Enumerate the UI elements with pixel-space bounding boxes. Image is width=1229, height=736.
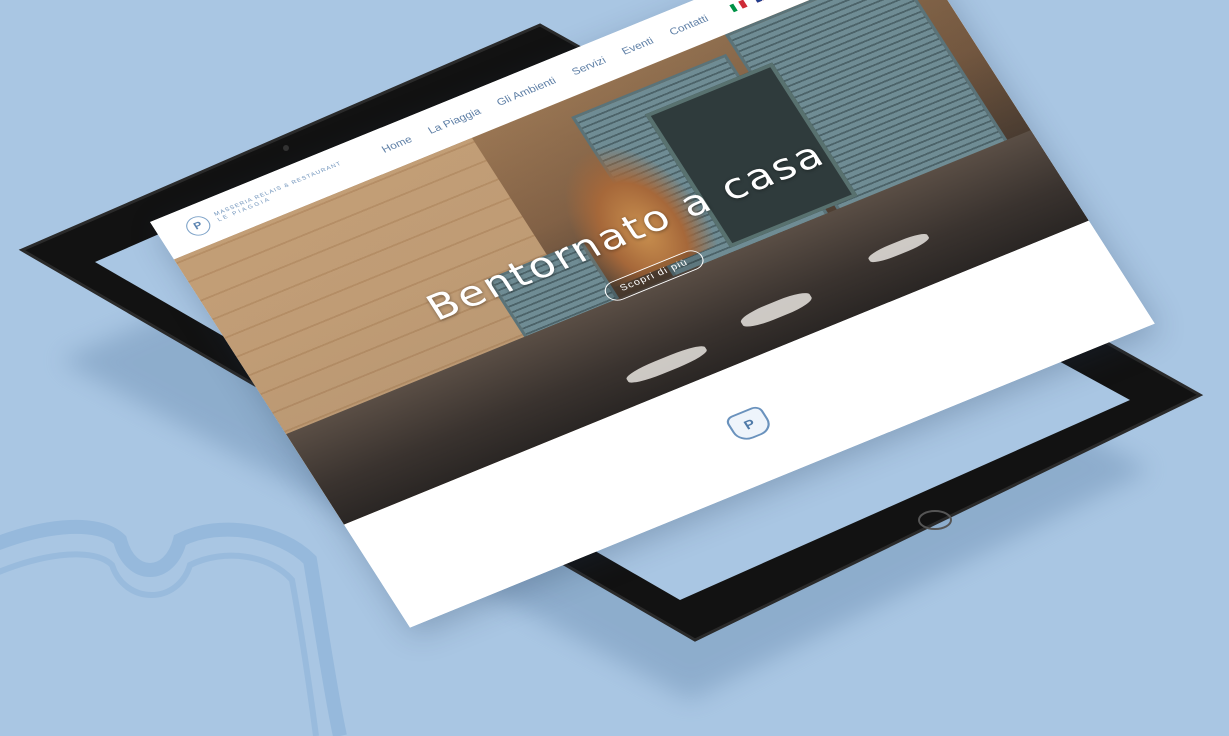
brand-mark-icon: P xyxy=(181,212,215,239)
nav-item-servizi[interactable]: Servizi xyxy=(570,55,608,78)
nav-item-gli-ambienti[interactable]: Gli Ambienti xyxy=(495,76,559,109)
screen-area: P MASSERIA RELAIS & RESTAURANT LE PIAGGI… xyxy=(0,0,1229,736)
nav-item-home[interactable]: Home xyxy=(380,134,415,155)
nav-item-contatti[interactable]: Contatti xyxy=(668,13,711,38)
nav-item-eventi[interactable]: Eventi xyxy=(620,36,656,58)
nav-item-la-piaggia[interactable]: La Piaggia xyxy=(426,106,483,136)
tablecloth xyxy=(737,288,815,331)
tablecloth xyxy=(866,230,932,266)
crest-logo-icon: P xyxy=(723,404,776,444)
it-flag-icon[interactable] xyxy=(728,0,748,12)
website-page: P MASSERIA RELAIS & RESTAURANT LE PIAGGI… xyxy=(150,0,1155,628)
language-switcher xyxy=(728,0,771,12)
uk-flag-icon[interactable] xyxy=(752,0,771,3)
